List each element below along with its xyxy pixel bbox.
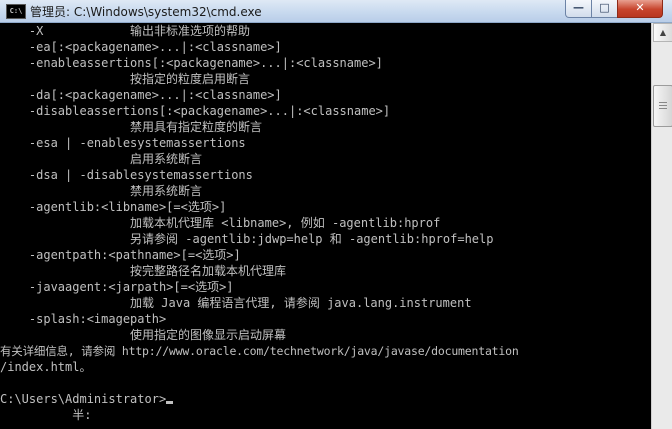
console-line: 按指定的粒度启用断言 (0, 72, 251, 86)
console-line: 加载本机代理库 <libname>, 例如 -agentlib:hprof (0, 216, 441, 230)
cmd-window: C:\ 管理员: C:\Windows\system32\cmd.exe — □… (0, 0, 672, 429)
console-line: /index.html。 (0, 360, 92, 374)
console-line: -esa | -enablesystemassertions (0, 136, 246, 150)
prompt-line[interactable]: C:\Users\Administrator> (0, 391, 651, 407)
console-line: 按完整路径名加载本机代理库 (0, 264, 287, 278)
prompt-text: C:\Users\Administrator> (0, 392, 167, 406)
console-line: -splash:<imagepath> (0, 312, 167, 326)
cmd-icon[interactable]: C:\ (6, 4, 26, 19)
close-button[interactable]: ✕ (617, 0, 663, 18)
grip-line (659, 105, 667, 106)
text-cursor (166, 401, 174, 404)
window-title: 管理员: C:\Windows\system32\cmd.exe (30, 5, 262, 19)
console-line: 有关详细信息, 请参阅 http://www.oracle.com/techne… (0, 344, 519, 358)
console-line: -agentlib:<libname>[=<选项>] (0, 200, 227, 214)
console-line: -enableassertions[:<packagename>...|:<cl… (0, 56, 383, 70)
console-line: 启用系统断言 (0, 152, 203, 166)
console-line: -disableassertions[:<packagename>...|:<c… (0, 104, 391, 118)
console-output[interactable]: -X 输出非标准选项的帮助 -ea[:<packagename>...|:<cl… (0, 23, 651, 429)
console-line: 加载 Java 编程语言代理, 请参阅 java.lang.instrument (0, 296, 472, 310)
console-line: -ea[:<packagename>...|:<classname>] (0, 40, 282, 54)
grip-line (659, 102, 667, 103)
console-line: 禁用系统断言 (0, 184, 203, 198)
ime-status-line: 半: (0, 408, 92, 422)
console-line: -dsa | -disablesystemassertions (0, 168, 253, 182)
console-line: -da[:<packagename>...|:<classname>] (0, 88, 282, 102)
scroll-up-arrow-icon[interactable]: ▲ (653, 23, 672, 42)
minimize-button[interactable]: — (565, 0, 592, 18)
scroll-thumb[interactable] (653, 85, 672, 127)
maximize-button[interactable]: □ (591, 0, 618, 18)
console-line: -X 输出非标准选项的帮助 (0, 24, 251, 38)
console-line: 禁用具有指定粒度的断言 (0, 120, 263, 134)
grip-line (659, 108, 667, 109)
console-line: 使用指定的图像显示启动屏幕 (0, 328, 287, 342)
console-line: -javaagent:<jarpath>[=<选项>] (0, 280, 234, 294)
console-line: 另请参阅 -agentlib:jdwp=help 和 -agentlib:hpr… (0, 232, 494, 246)
console-line: -agentpath:<pathname>[=<选项>] (0, 248, 241, 262)
title-bar[interactable]: C:\ 管理员: C:\Windows\system32\cmd.exe — □… (0, 0, 672, 23)
vertical-scrollbar[interactable]: ▲ (651, 23, 672, 429)
